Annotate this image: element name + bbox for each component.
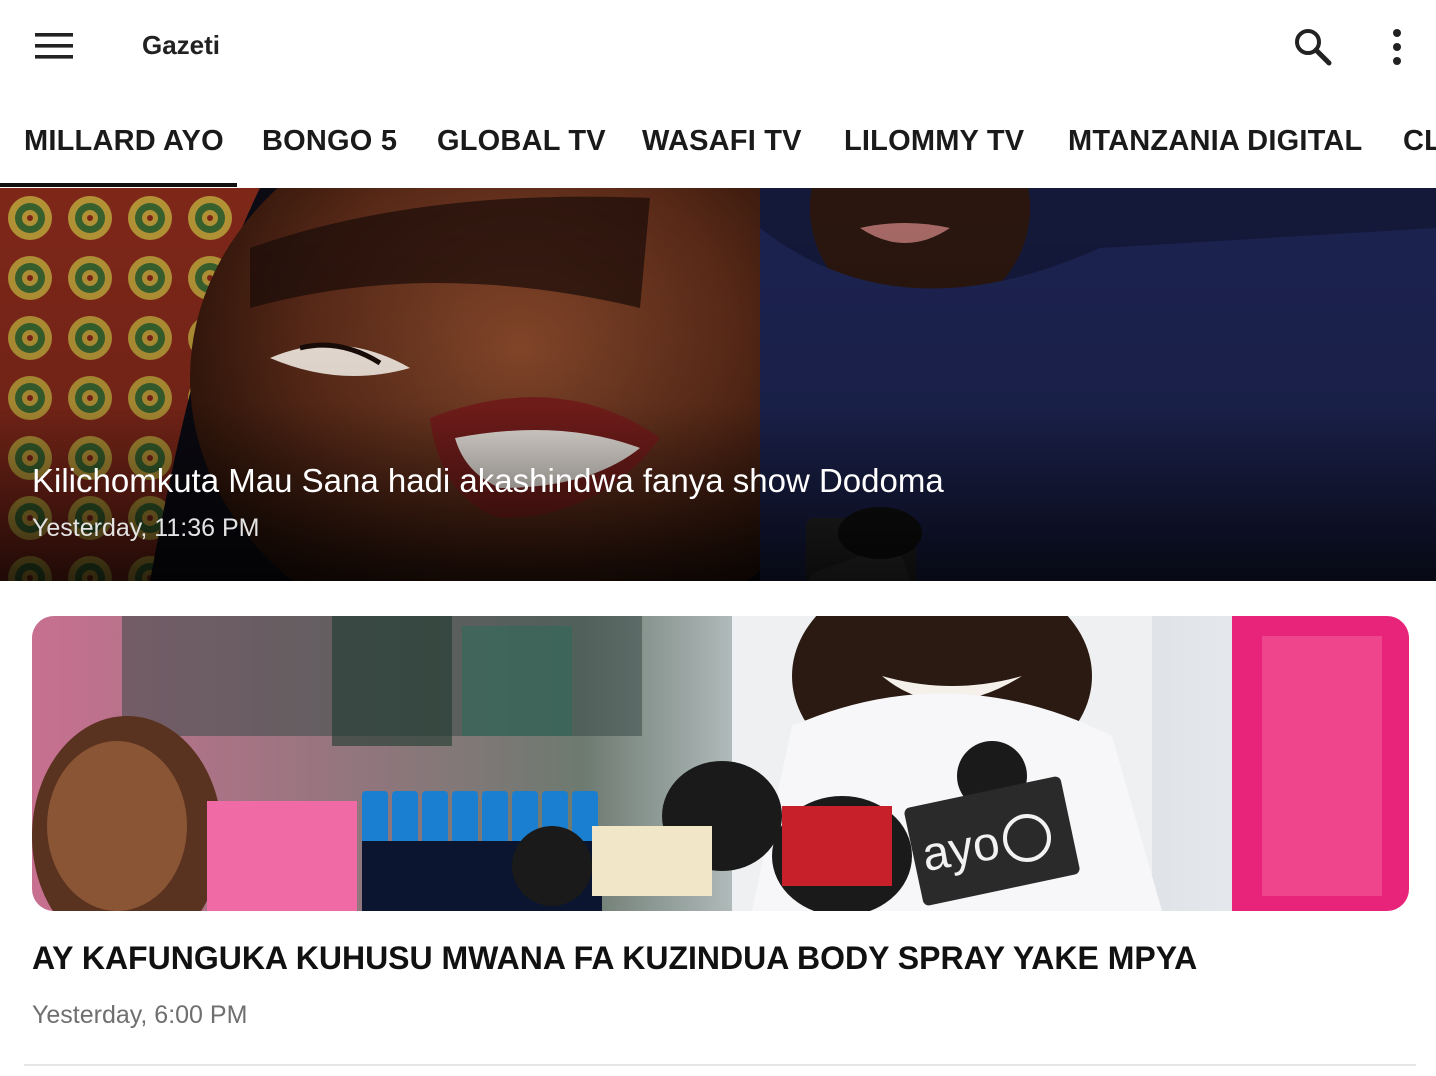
article-divider xyxy=(24,1064,1416,1066)
tab-millard-ayo[interactable]: MILLARD AYO xyxy=(24,94,224,188)
featured-article-time: Yesterday, 11:36 PM xyxy=(32,514,260,542)
article-time: Yesterday, 6:00 PM xyxy=(32,1001,248,1029)
tab-lilommy-tv[interactable]: LILOMMY TV xyxy=(844,94,1024,188)
search-icon[interactable] xyxy=(1284,18,1342,76)
selected-tab-indicator xyxy=(0,183,237,187)
article-title[interactable]: AY KAFUNGUKA KUHUSU MWANA FA KUZINDUA BO… xyxy=(32,940,1197,977)
app-bar: Gazeti xyxy=(0,0,1436,94)
tab-bongo-5[interactable]: BONGO 5 xyxy=(262,94,397,188)
channel-tabs: MILLARD AYO BONGO 5 GLOBAL TV WASAFI TV … xyxy=(0,94,1436,188)
app-title: Gazeti xyxy=(142,30,221,60)
hamburger-menu-icon[interactable] xyxy=(22,20,88,74)
tab-cl[interactable]: CL xyxy=(1403,94,1436,188)
tab-mtanzania-digital[interactable]: MTANZANIA DIGITAL xyxy=(1068,94,1362,188)
tab-global-tv[interactable]: GLOBAL TV xyxy=(437,94,606,188)
article-thumbnail[interactable]: ayo xyxy=(32,616,1409,911)
featured-article-title[interactable]: Kilichomkuta Mau Sana hadi akashindwa fa… xyxy=(32,462,944,500)
tab-wasafi-tv[interactable]: WASAFI TV xyxy=(642,94,802,188)
more-vertical-icon[interactable] xyxy=(1370,18,1424,76)
